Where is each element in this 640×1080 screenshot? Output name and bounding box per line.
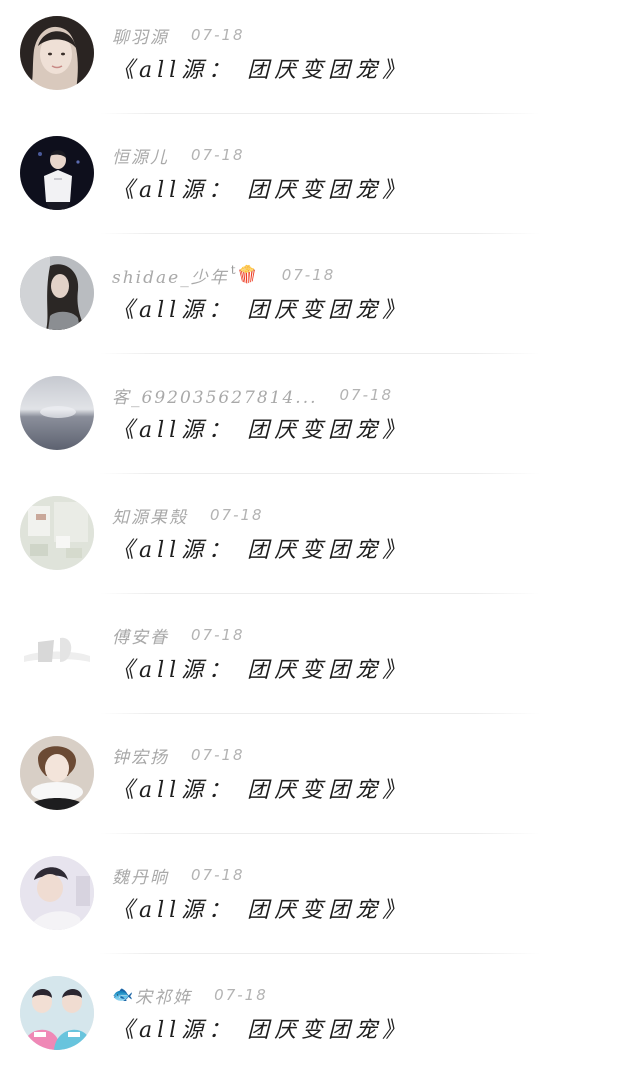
comment-text: 《all源： 团厌变团宠》 <box>112 538 410 563</box>
username[interactable]: 傅安眷 <box>112 623 169 648</box>
comment-date: 07-18 <box>214 986 268 1004</box>
comment-meta: 客_692035627814... 07-18 <box>112 380 393 410</box>
comment-meta: 🐟 宋祁姩 07-18 <box>112 980 268 1010</box>
comment-text: 《all源： 团厌变团宠》 <box>112 178 410 203</box>
comment-date: 07-18 <box>191 146 245 164</box>
comment-meta: 知源果殼 07-18 <box>112 500 264 530</box>
username[interactable]: 宋祁姩 <box>135 983 192 1008</box>
faded-sketch-avatar[interactable] <box>20 616 94 690</box>
comment-meta: shidae_少年 t 🍿 07-18 <box>112 260 335 290</box>
comment-text: 《all源： 团厌变团宠》 <box>112 658 410 683</box>
divider <box>100 233 540 234</box>
fish-icon: 🐟 <box>112 985 134 1005</box>
comment-meta: 魏丹晌 07-18 <box>112 860 245 890</box>
comment-date: 07-18 <box>191 746 245 764</box>
username[interactable]: 客_692035627814... <box>112 383 318 408</box>
username[interactable]: 钟宏扬 <box>112 743 169 768</box>
divider <box>100 473 540 474</box>
stage-performer-avatar[interactable] <box>20 136 94 210</box>
room-interior-avatar[interactable] <box>20 496 94 570</box>
comment-item[interactable]: 🐟 宋祁姩 07-18 《all源： 团厌变团宠》 <box>0 960 640 1080</box>
comment-item[interactable]: 客_692035627814... 07-18 《all源： 团厌变团宠》 <box>0 360 640 480</box>
girl-portrait-avatar[interactable] <box>20 16 94 90</box>
comment-text: 《all源： 团厌变团宠》 <box>112 778 410 803</box>
comment-list: 聊羽源 07-18 《all源： 团厌变团宠》 恒源儿 07-18 《all源：… <box>0 0 640 1059</box>
divider <box>100 593 540 594</box>
fur-collar-portrait-avatar[interactable] <box>20 736 94 810</box>
username[interactable]: 知源果殼 <box>112 503 188 528</box>
boy-profile-avatar[interactable] <box>20 856 94 930</box>
comment-date: 07-18 <box>191 626 245 644</box>
superscript-t: t <box>230 263 236 277</box>
comment-meta: 恒源儿 07-18 <box>112 140 245 170</box>
divider <box>100 353 540 354</box>
username[interactable]: shidae_少年 <box>112 263 229 288</box>
comment-date: 07-18 <box>210 506 264 524</box>
divider <box>100 713 540 714</box>
two-friends-avatar[interactable] <box>20 976 94 1050</box>
comment-item[interactable]: 恒源儿 07-18 《all源： 团厌变团宠》 <box>0 120 640 240</box>
divider <box>100 833 540 834</box>
username[interactable]: 恒源儿 <box>112 143 169 168</box>
misty-sea-avatar[interactable] <box>20 376 94 450</box>
divider <box>100 113 540 114</box>
comment-item[interactable]: 聊羽源 07-18 《all源： 团厌变团宠》 <box>0 0 640 120</box>
comment-date: 07-18 <box>281 266 336 284</box>
comment-meta: 聊羽源 07-18 <box>112 20 245 50</box>
comment-date: 07-18 <box>191 866 245 884</box>
comment-text: 《all源： 团厌变团宠》 <box>112 898 410 923</box>
comment-date: 07-18 <box>191 26 245 44</box>
username[interactable]: 魏丹晌 <box>112 863 169 888</box>
comment-text: 《all源： 团厌变团宠》 <box>112 298 410 323</box>
comment-item[interactable]: 魏丹晌 07-18 《all源： 团厌变团宠》 <box>0 840 640 960</box>
popcorn-icon: 🍿 <box>236 265 258 285</box>
comment-item[interactable]: shidae_少年 t 🍿 07-18 《all源： 团厌变团宠》 <box>0 240 640 360</box>
comment-item[interactable]: 知源果殼 07-18 《all源： 团厌变团宠》 <box>0 480 640 600</box>
comment-meta: 钟宏扬 07-18 <box>112 740 245 770</box>
comment-meta: 傅安眷 07-18 <box>112 620 245 650</box>
long-hair-girl-avatar[interactable] <box>20 256 94 330</box>
comment-text: 《all源： 团厌变团宠》 <box>112 58 410 83</box>
comment-item[interactable]: 傅安眷 07-18 《all源： 团厌变团宠》 <box>0 600 640 720</box>
comment-text: 《all源： 团厌变团宠》 <box>112 1018 410 1043</box>
comment-text: 《all源： 团厌变团宠》 <box>112 418 410 443</box>
divider <box>100 953 540 954</box>
comment-item[interactable]: 钟宏扬 07-18 《all源： 团厌变团宠》 <box>0 720 640 840</box>
comment-date: 07-18 <box>339 386 394 404</box>
username[interactable]: 聊羽源 <box>112 23 169 48</box>
